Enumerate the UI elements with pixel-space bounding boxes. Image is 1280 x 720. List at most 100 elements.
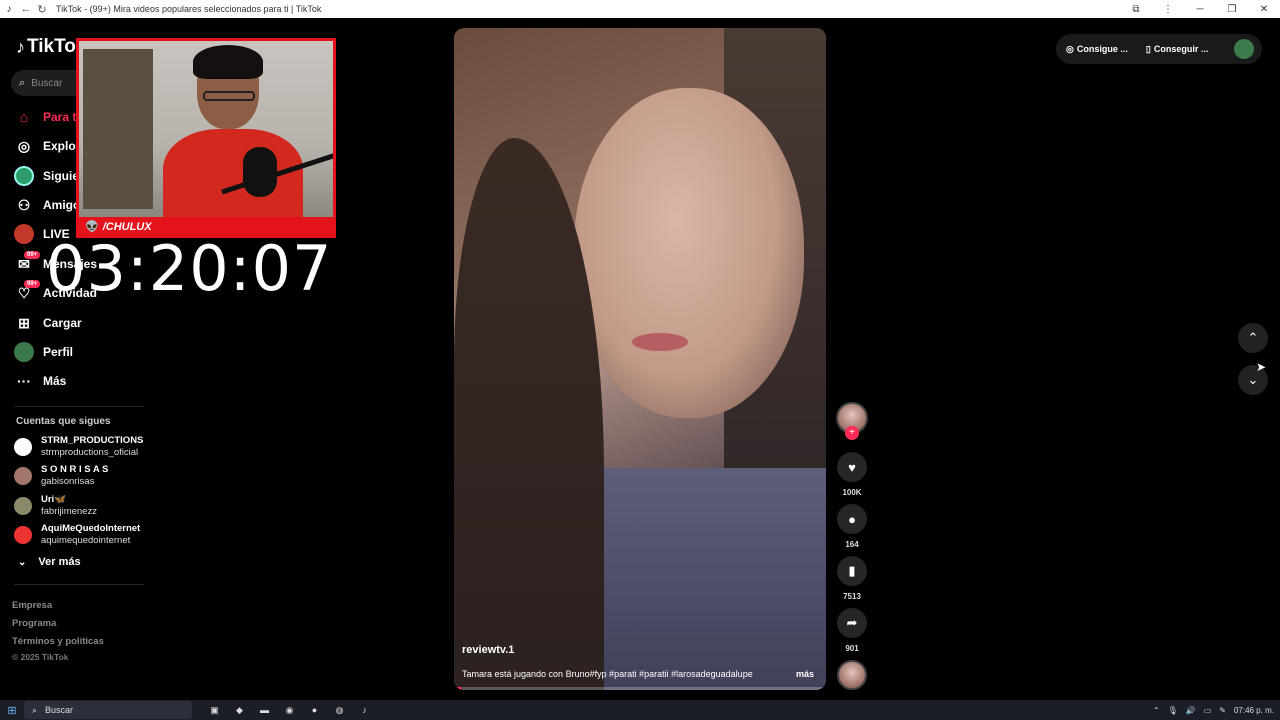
search-icon: ⌕ (32, 704, 38, 715)
window-title: TikTok - (99+) Mira videos populares sel… (56, 4, 322, 14)
video-player[interactable]: reviewtv.1 Tamara está jugando con Bruno… (454, 28, 826, 690)
footer-link-program[interactable]: Programa (12, 618, 56, 629)
get-coins-button[interactable]: ◎ Consigue ... (1066, 44, 1128, 55)
taskbar-apps: ▣ ◆ ▬ ◉ ● ◍ ♪ (202, 705, 377, 716)
top-right-bar: ◎ Consigue ... ▯ Conseguir ... (1056, 34, 1262, 64)
footer-link-terms[interactable]: Términos y políticas (12, 636, 104, 647)
share-button[interactable]: ➦ (837, 608, 867, 638)
live-icon (14, 224, 34, 244)
following-item[interactable]: S O N R I S A Sgabisonrisas (14, 463, 154, 489)
video-progress-fill (454, 687, 462, 690)
video-author[interactable]: reviewtv.1 (462, 644, 514, 656)
following-item[interactable]: STRM_PRODUCTIONS strmproductions_oficial (14, 434, 154, 460)
activity-badge: 99+ (24, 280, 41, 288)
display-icon[interactable]: ▭ (1204, 706, 1212, 715)
stream-timer: 03:20:07 (46, 232, 333, 305)
taskbar-search[interactable]: ⌕ Buscar (24, 701, 192, 719)
nav-more[interactable]: ··· Más (14, 370, 66, 392)
upload-icon: ⊞ (18, 314, 30, 331)
caption-text: Tamara está jugando con Bruno#fyp #parat… (462, 669, 753, 679)
webcam-video (79, 41, 333, 217)
reload-icon[interactable]: ↻ (34, 3, 50, 16)
footer-link-company[interactable]: Empresa (12, 600, 52, 611)
comment-icon: ● (848, 511, 856, 527)
sound-avatar[interactable] (837, 660, 867, 690)
mouse-cursor-icon: ➤ (1256, 360, 1267, 374)
following-item[interactable]: AquiMeQuedoInternet aquimequedointernet (14, 522, 154, 548)
divider (14, 584, 144, 585)
chevron-up-icon: ⌃ (1247, 330, 1259, 345)
tiktok-app: ♪ TikTok ⌕ Buscar ⌂ Para ti ◎ Explorar S… (0, 18, 1280, 700)
save-button[interactable]: ▮ (837, 556, 867, 586)
more-icon[interactable]: ⋮ (1152, 4, 1184, 15)
tray-chevron-icon[interactable]: ⌃ (1153, 706, 1160, 715)
restore-icon[interactable]: ❐ (1216, 4, 1248, 15)
avatar (14, 526, 32, 544)
discord-icon[interactable]: ◍ (327, 705, 352, 716)
minimize-icon[interactable]: ─ (1184, 4, 1216, 15)
tiktok-taskbar-icon[interactable]: ♪ (352, 705, 377, 716)
previous-video-button[interactable]: ⌃ (1238, 323, 1268, 353)
phone-icon: ▯ (1145, 43, 1151, 54)
webcam-overlay: 👽 /CHULUX (76, 38, 336, 238)
extensions-icon[interactable]: ⧉ (1120, 4, 1152, 15)
heart-icon: ♥ (848, 459, 856, 475)
see-more-label: Ver más (38, 556, 81, 568)
following-handle: aquimequedointernet (41, 535, 131, 546)
tiktok-icon: ♪ (6, 3, 12, 15)
video-caption: Tamara está jugando con Bruno#fyp #parat… (462, 669, 818, 679)
following-title: Cuentas que sigues (16, 416, 111, 427)
get-coins-label: Consigue ... (1076, 44, 1128, 54)
copilot-icon[interactable]: ◆ (227, 705, 252, 716)
file-explorer-icon[interactable]: ▬ (252, 705, 277, 716)
tiktok-logo-icon: ♪ (16, 36, 25, 57)
search-placeholder: Buscar (31, 77, 63, 89)
clock[interactable]: 07:46 p. m. (1234, 706, 1274, 715)
task-view-icon[interactable]: ▣ (202, 705, 227, 716)
taskbar-search-placeholder: Buscar (45, 705, 74, 715)
windows-start-icon[interactable]: ⊞ (0, 704, 24, 717)
share-count: 901 (845, 644, 859, 653)
follow-plus-icon[interactable]: + (845, 426, 859, 440)
back-icon[interactable]: ← (18, 3, 34, 15)
following-item[interactable]: Uri🦋 fabrijimenezz (14, 493, 154, 519)
activity-icon: ♡ 99+ (14, 280, 41, 303)
avatar (14, 467, 32, 485)
coin-icon: ◎ (1066, 43, 1074, 54)
share-icon: ➦ (846, 615, 858, 630)
avatar (14, 438, 32, 456)
microphone-icon[interactable]: 🎙 (1168, 706, 1178, 715)
video-progress-bar[interactable] (454, 687, 826, 690)
comment-button[interactable]: ● (837, 504, 867, 534)
app-icon[interactable]: ◉ (277, 705, 302, 716)
pen-icon[interactable]: ✎ (1219, 706, 1226, 715)
nav-upload[interactable]: ⊞ Cargar (14, 312, 82, 334)
following-handle: gabisonrisas (41, 476, 95, 487)
more-dots-icon: ··· (17, 373, 31, 389)
get-app-button[interactable]: ▯ Conseguir ... (1146, 44, 1208, 55)
windows-taskbar: ⊞ ⌕ Buscar ▣ ◆ ▬ ◉ ● ◍ ♪ ⌃ 🎙 🔊 ▭ ✎ 07:46… (0, 700, 1280, 720)
nav-for-you[interactable]: ⌂ Para ti (14, 106, 80, 128)
caption-more-button[interactable]: más (796, 669, 814, 679)
volume-icon[interactable]: 🔊 (1186, 706, 1196, 715)
chevron-down-icon: ⌄ (1247, 372, 1259, 387)
see-more-button[interactable]: ⌄ Ver más (18, 556, 81, 568)
home-icon: ⌂ (19, 109, 29, 125)
divider (14, 406, 144, 407)
chevron-down-icon: ⌄ (18, 556, 27, 568)
browser-titlebar: ♪ ← ↻ TikTok - (99+) Mira videos popular… (0, 0, 1280, 18)
like-button[interactable]: ♥ (837, 452, 867, 482)
message-icon: ✉ 99+ (14, 251, 41, 274)
user-avatar[interactable] (1234, 39, 1254, 59)
following-name: Uri🦋 (41, 494, 67, 505)
following-name: STRM_PRODUCTIONS (41, 435, 144, 446)
profile-icon (14, 342, 34, 362)
nav-profile[interactable]: Perfil (14, 341, 73, 363)
following-avatar-icon (14, 166, 34, 186)
chrome-icon[interactable]: ● (302, 705, 327, 716)
following-name: AquiMeQuedoInternet (41, 523, 141, 534)
close-icon[interactable]: ✕ (1248, 4, 1280, 15)
copyright: © 2025 TikTok (12, 652, 69, 662)
bookmark-icon: ▮ (848, 563, 856, 578)
following-handle: fabrijimenezz (41, 506, 97, 517)
